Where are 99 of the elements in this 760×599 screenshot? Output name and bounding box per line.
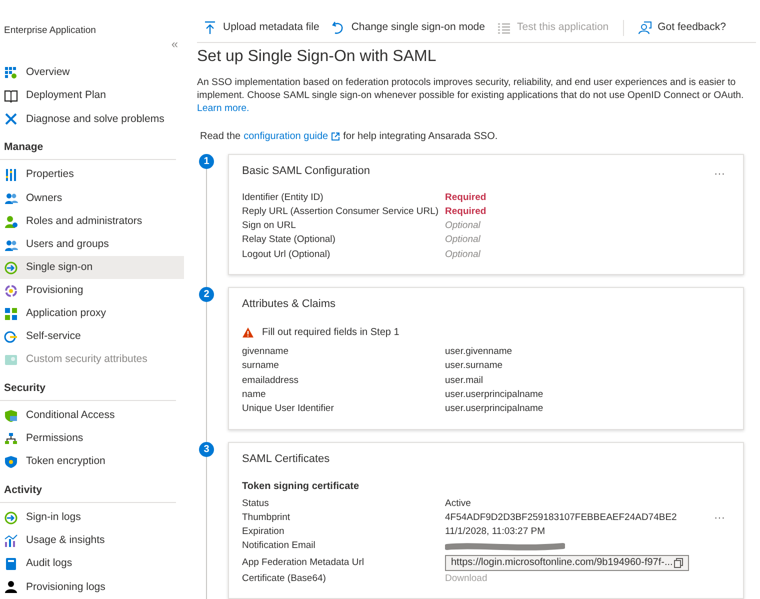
- intro-text: An SSO implementation based on federation protocols improves security, reliability, and end user experiences and is easier to implement. Choose SAML single sign-on whenever possible for existing applications that do not use OpenID Connect or OAuth. Learn more.: [197, 76, 745, 115]
- shield-icon: [4, 455, 18, 470]
- sidebar-item[interactable]: Properties: [0, 164, 184, 187]
- field-label: Notification Email: [242, 539, 316, 554]
- feedback-icon: [638, 20, 652, 35]
- arrow-circle-icon: [4, 330, 18, 344]
- sign-in-icon: [4, 260, 18, 275]
- book-icon: [4, 89, 18, 104]
- field-value: user.userprincipalname: [445, 388, 544, 402]
- grid-icon: [4, 306, 18, 321]
- field-value: 11/1/2028, 11:03:27 PM: [445, 525, 546, 540]
- guide-text: Read the: [200, 130, 241, 144]
- required-value: Required: [445, 190, 486, 205]
- sidebar-item[interactable]: Provisioning: [0, 279, 184, 302]
- sidebar-item[interactable]: Self-service: [0, 326, 184, 349]
- bar-chart-icon: [4, 534, 18, 548]
- card-title: Attributes & Claims: [242, 297, 336, 312]
- field-label: surname: [242, 359, 279, 374]
- page-title: Set up Single Sign-On with SAML: [197, 46, 438, 67]
- sidebar-item[interactable]: Owners: [0, 186, 184, 210]
- person-icon: [4, 214, 18, 229]
- field-label: Identifier (Entity ID): [242, 190, 324, 205]
- people-icon: [4, 238, 18, 252]
- sidebar-item[interactable]: Roles and administrators: [0, 210, 184, 234]
- sidebar-item[interactable]: Token encryption: [0, 450, 184, 474]
- person-icon: [4, 580, 18, 594]
- field-value: user.userprincipalname: [445, 402, 544, 416]
- card-subtitle: Token signing certificate: [242, 480, 360, 494]
- sign-in-icon: [4, 511, 18, 526]
- sidebar-item[interactable]: Single sign-on: [0, 256, 184, 280]
- field-value: user.surname: [445, 359, 503, 374]
- tag-icon: [4, 353, 18, 368]
- toolbar-button[interactable]: Upload metadata file: [197, 20, 326, 36]
- people-icon: [4, 191, 18, 206]
- section-heading: Activity: [0, 474, 176, 503]
- field-label: Thumbprint: [242, 510, 290, 525]
- sidebar-item[interactable]: Users and groups: [0, 233, 184, 256]
- collapse-button[interactable]: «: [171, 38, 178, 50]
- card-title: SAML Certificates: [242, 452, 330, 467]
- sidebar-item[interactable]: Application proxy: [0, 302, 184, 326]
- field-label: name: [242, 388, 266, 402]
- field-label: Unique User Identifier: [242, 402, 334, 416]
- sidebar-item[interactable]: Permissions: [0, 428, 184, 451]
- field-value: user.mail: [445, 374, 484, 388]
- optional-value: Optional: [445, 233, 480, 248]
- field-label: Status: [242, 496, 269, 511]
- field-label: Relay State (Optional): [242, 233, 336, 248]
- sidebar-item[interactable]: Conditional Access: [0, 404, 184, 428]
- more-button[interactable]: ···: [714, 168, 725, 180]
- field-label: Sign on URL: [242, 219, 296, 234]
- guide-text: for help integrating Ansarada SSO.: [343, 130, 498, 144]
- toolbar-button[interactable]: Got feedback?: [632, 20, 732, 36]
- section-heading: Manage: [0, 131, 176, 160]
- sidebar-item[interactable]: Overview: [0, 62, 184, 85]
- field-label: emailaddress: [242, 374, 298, 388]
- warning-text: Fill out required fields in Step 1: [262, 326, 400, 340]
- shield-icon: [4, 409, 18, 424]
- field-label: Reply URL (Assertion Consumer Service URL): [242, 204, 439, 219]
- undo-icon: [331, 20, 346, 35]
- org-chart-icon: [4, 432, 18, 446]
- copy-icon: [674, 558, 683, 568]
- field-label: Certificate (Base64): [242, 572, 326, 586]
- breadcrumb: Enterprise Application: [3, 24, 97, 38]
- upload-icon: [203, 20, 217, 35]
- required-value: Required: [445, 204, 486, 219]
- sidebar-item[interactable]: Provisioning logs: [0, 576, 184, 599]
- field-value: Active: [445, 496, 471, 511]
- book-icon: [4, 557, 18, 572]
- sidebar-item[interactable]: Deployment Plan: [0, 84, 184, 108]
- toolbar-button[interactable]: Change single sign-on mode: [325, 20, 491, 36]
- sidebar-item[interactable]: Usage & insights: [0, 530, 184, 553]
- tools-icon: [4, 112, 18, 126]
- configuration-guide-link[interactable]: configuration guide: [244, 128, 340, 144]
- field-label: Logout Url (Optional): [242, 248, 330, 262]
- field-label: App Federation Metadata Url: [242, 556, 364, 570]
- step-number: 2: [199, 287, 214, 302]
- step-number: 1: [199, 154, 214, 169]
- list-icon: [496, 20, 511, 35]
- section-heading: Security: [0, 372, 176, 401]
- card-title: Basic SAML Configuration: [242, 164, 370, 179]
- grid-icon: [4, 66, 18, 80]
- field-value: 4F54ADF9D2D3BF259183107FEBBEAEF24AD74BE2: [445, 510, 677, 525]
- sidebar-item[interactable]: Sign-in logs: [0, 506, 184, 530]
- learn-more-link[interactable]: Learn more.: [197, 102, 250, 114]
- field-label: Expiration: [242, 525, 284, 540]
- field-label: givenname: [242, 345, 288, 360]
- more-button[interactable]: ···: [714, 512, 725, 524]
- step-number: 3: [199, 442, 214, 457]
- external-link-icon: [331, 132, 340, 141]
- field-value: user.givenname: [445, 345, 512, 360]
- sidebar-item[interactable]: Audit logs: [0, 552, 184, 576]
- url-field[interactable]: https://login.microsoftonline.com/9b194960-f97f-...: [445, 554, 689, 571]
- sliders-icon: [4, 168, 18, 182]
- url-text: https://login.microsoftonline.com/9b194960-f97f-...: [451, 556, 673, 570]
- sidebar-item[interactable]: Diagnose and solve problems: [0, 108, 184, 132]
- optional-value: Optional: [445, 219, 480, 234]
- optional-value: Optional: [445, 248, 480, 262]
- cycle-icon: [4, 284, 18, 298]
- warning-icon: [242, 326, 254, 338]
